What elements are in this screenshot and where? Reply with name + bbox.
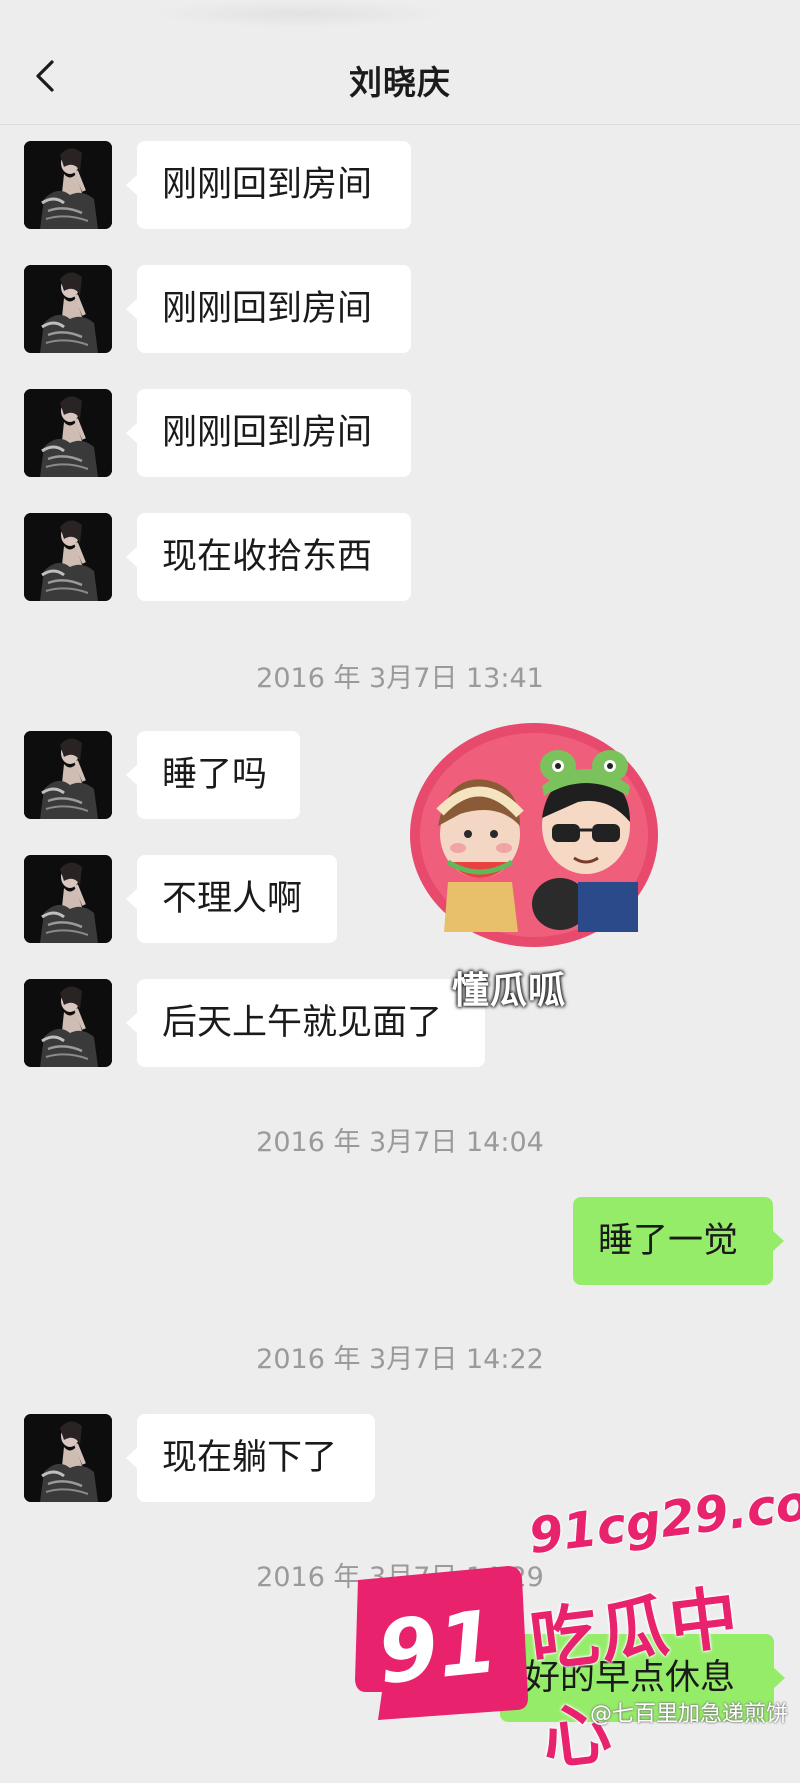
timestamp: 2016 年 3月7日 14:22 xyxy=(256,1344,544,1375)
timestamp: 2016 年 3月7日 13:41 xyxy=(256,663,544,694)
message-bubble[interactable]: 刚刚回到房间 xyxy=(126,141,411,229)
message-bubble[interactable]: 不理人啊 xyxy=(126,855,337,943)
message-bubble[interactable]: 现在收拾东西 xyxy=(126,513,411,601)
chat-title: 刘晓庆 xyxy=(349,63,451,102)
timestamp: 2016 年 3月7日 14:04 xyxy=(256,1127,544,1158)
message-bubble[interactable]: 刚刚回到房间 xyxy=(126,265,411,353)
avatar[interactable] xyxy=(24,141,112,229)
watermark-name: 吃瓜中心 xyxy=(525,1578,745,1781)
message-bubble[interactable]: 刚刚回到房间 xyxy=(126,389,411,477)
message-bubble[interactable]: 睡了吗 xyxy=(126,731,300,819)
avatar[interactable] xyxy=(24,731,112,819)
chat-header: 刘晓庆 xyxy=(0,0,800,125)
badge-label: 懂瓜呱 xyxy=(452,969,566,1012)
cartoon-badge-icon xyxy=(408,722,660,948)
message-bubble-self[interactable]: 睡了一觉 xyxy=(573,1197,784,1285)
avatar[interactable] xyxy=(24,513,112,601)
watermark-credit: @七百里加急递煎饼 xyxy=(590,1702,789,1727)
avatar[interactable] xyxy=(24,1414,112,1502)
avatar[interactable] xyxy=(24,389,112,477)
avatar[interactable] xyxy=(24,979,112,1067)
avatar[interactable] xyxy=(24,855,112,943)
watermark-number: 91 xyxy=(373,1592,503,1704)
message-bubble[interactable]: 后天上午就见面了 xyxy=(126,979,485,1067)
status-bar-blur xyxy=(150,0,450,28)
avatar[interactable] xyxy=(24,265,112,353)
